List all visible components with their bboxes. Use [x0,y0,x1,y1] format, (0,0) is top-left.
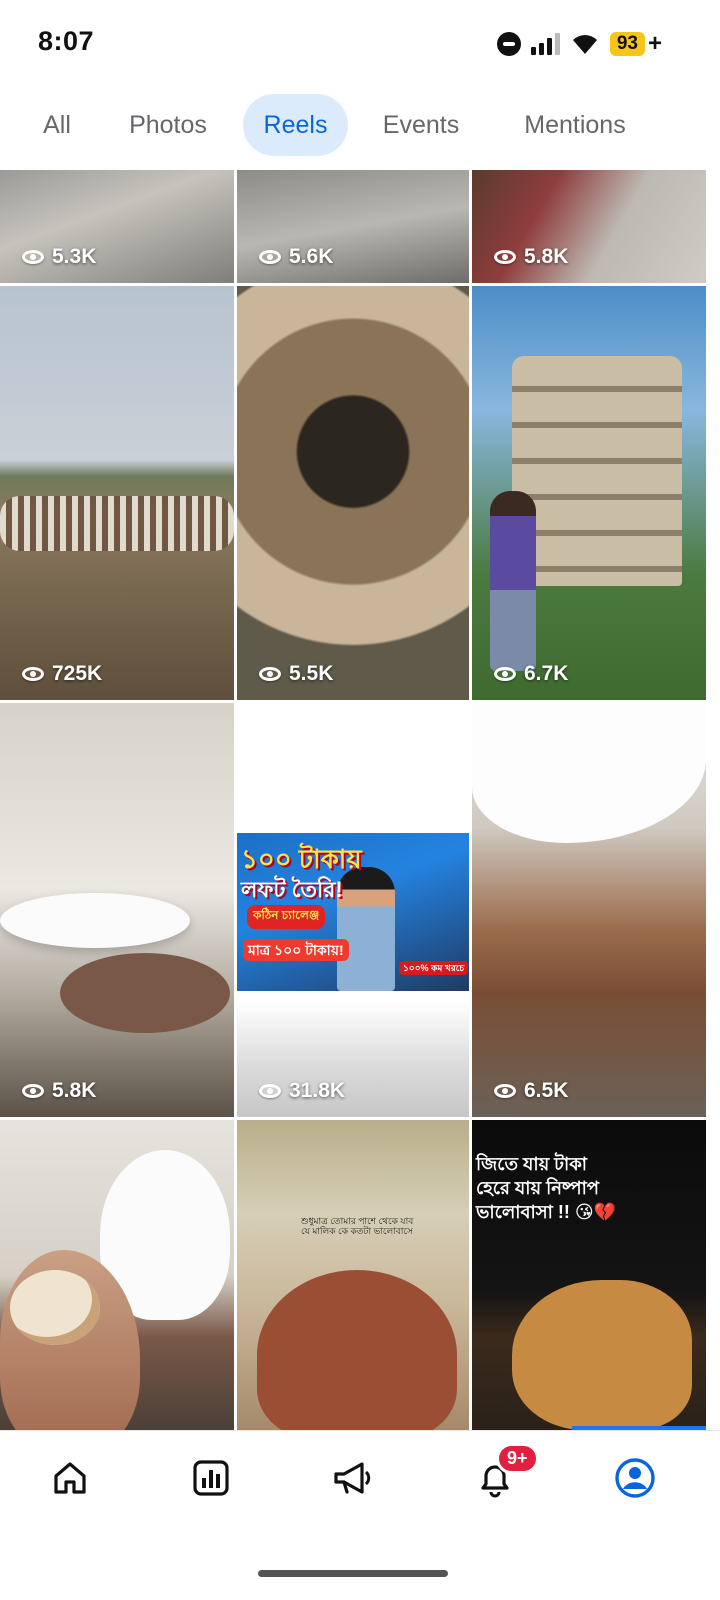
nav-home-button[interactable] [45,1453,95,1503]
view-count: 5.5K [259,662,333,686]
reel-tile[interactable] [0,1120,234,1430]
view-count-value: 5.3K [52,245,97,268]
eye-icon [494,250,516,264]
view-count-value: 5.6K [289,245,334,268]
person-image [490,491,536,671]
view-count: 725K [22,662,102,686]
view-count: 5.3K [22,245,96,269]
tab-events[interactable]: Events [366,94,476,156]
home-indicator[interactable] [258,1570,448,1577]
eye-icon [259,250,281,264]
view-count-value: 31.8K [289,1079,346,1102]
ads-megaphone-icon [334,1462,371,1494]
nav-ads-button[interactable] [328,1453,378,1503]
status-bar: 8:07 93 + [0,0,720,86]
view-count-value: 5.8K [52,1079,97,1102]
thumbnail-tag: কঠিন চ্যালেঞ্জ [247,905,326,929]
reel-tile[interactable]: 5.5K [237,286,469,700]
signal-icon [530,33,560,55]
calf-image [257,1270,457,1430]
reel-tile[interactable]: 5.8K [472,170,706,283]
profile-icon [615,1458,655,1498]
pigeon-image [0,893,190,948]
reel-tile[interactable]: 5.8K [0,703,234,1117]
view-count: 5.8K [22,1079,96,1103]
ducks-image [0,496,234,551]
nav-profile-button[interactable] [610,1453,660,1503]
reel-tile[interactable]: শুধুমাত্র তোমার পাশে থেকে যাব যে মালিক ক… [237,1120,469,1430]
view-count-value: 5.5K [289,662,334,685]
reel-tile[interactable]: 5.6K [237,170,469,283]
pigeon-tower-image [512,356,682,586]
view-count-value: 6.5K [524,1079,569,1102]
status-icons: 93 + [496,30,662,58]
notification-badge: 9+ [496,1443,539,1474]
battery-icon: 93 + [609,30,662,58]
cow-image [512,1280,692,1430]
eye-icon [494,1084,516,1098]
reel-caption: শুধুমাত্র তোমার পাশে থেকে যাব যে মালিক ক… [300,1216,414,1236]
view-count: 31.8K [259,1079,345,1103]
view-count-value: 5.8K [524,245,569,268]
insights-icon [193,1460,229,1496]
view-count: 6.7K [494,662,568,686]
nav-insights-button[interactable] [186,1453,236,1503]
pigeon-image [472,703,706,843]
eye-icon [259,667,281,681]
nav-notifications-button[interactable]: 9+ [470,1443,539,1503]
caption-line1: জিতে যায় টাকা [476,1154,588,1174]
thumbnail-price: মাত্র ১০০ টাকায়! [243,939,349,961]
reel-tile[interactable]: 6.7K [472,286,706,700]
egg-image [10,1270,100,1345]
battery-charging: + [647,30,662,57]
view-count: 6.5K [494,1079,568,1103]
tab-all[interactable]: All [22,94,92,156]
eye-icon [22,1084,44,1098]
reel-caption: জিতে যায় টাকা হেরে যায় নিষ্পাপ ভালোবাস… [476,1152,616,1224]
home-icon [54,1462,86,1494]
tab-photos[interactable]: Photos [112,94,224,156]
caption-line3: ভালোবাসা !! 😘💔 [476,1202,617,1222]
wifi-icon [572,35,597,54]
video-thumbnail: ১০০ টাকায় লফট তৈরি! কঠিন চ্যালেঞ্জ মাত্… [237,833,469,991]
eye-icon [259,1084,281,1098]
reels-grid: 5.3K 5.6K 5.8K 725K 5.5K 6.7K 5.8K ১০০ ট… [0,170,720,1430]
reel-tile[interactable]: 5.3K [0,170,234,283]
caption-line2: হেরে যায় নিষ্পাপ [476,1178,600,1198]
reel-tile[interactable]: 6.5K [472,703,706,1117]
eye-icon [494,667,516,681]
eye-icon [22,667,44,681]
nest-pot-image [60,953,230,1033]
reel-tile[interactable]: 725K [0,286,234,700]
tab-mentions[interactable]: Mentions [500,94,650,156]
view-count: 5.6K [259,245,333,269]
eye-icon [22,250,44,264]
reel-tile[interactable]: ১০০ টাকায় লফট তৈরি! কঠিন চ্যালেঞ্জ মাত্… [237,703,469,1117]
reel-tile[interactable]: জিতে যায় টাকা হেরে যায় নিষ্পাপ ভালোবাস… [472,1120,706,1430]
battery-level: 93 [609,32,645,56]
do-not-disturb-icon [496,32,521,56]
bottom-nav: 9+ [0,1430,720,1530]
view-count-value: 725K [52,662,103,685]
presenter-image [337,867,395,991]
status-time: 8:07 [38,26,95,56]
content-tabs: All Photos Reels Events Mentions [0,94,720,156]
view-count: 5.8K [494,245,568,269]
thumbnail-stamp: ১০০% কম খরচে [399,961,469,975]
tab-reels[interactable]: Reels [243,94,348,156]
view-count-value: 6.7K [524,662,569,685]
